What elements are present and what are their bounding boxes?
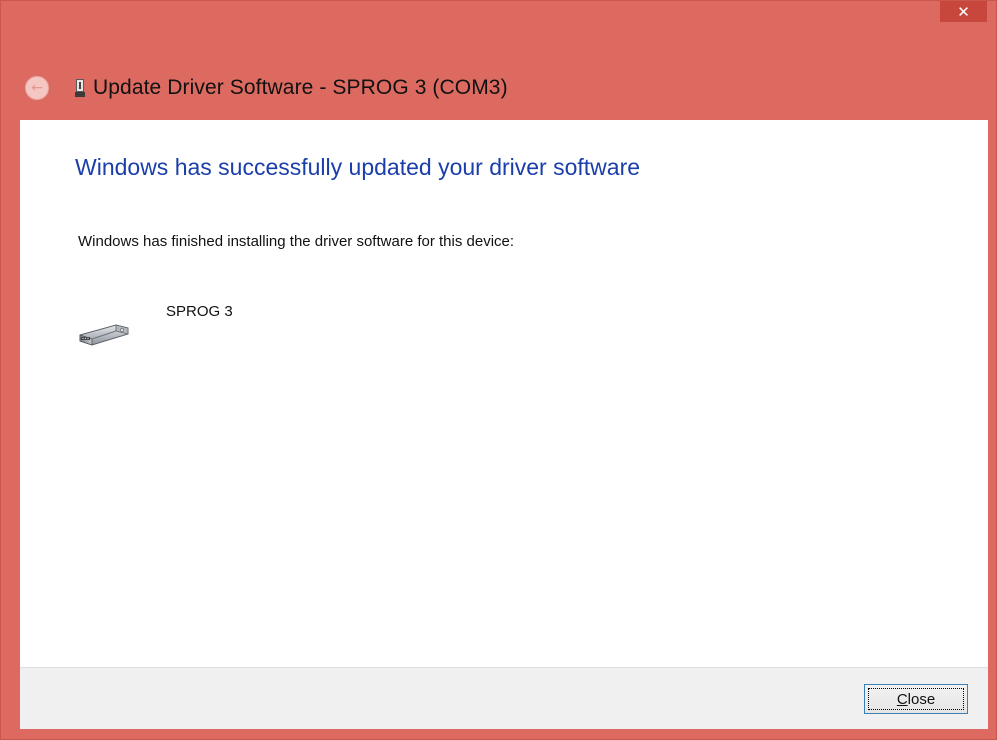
serial-port-icon <box>79 324 129 346</box>
title-bar: ← Update Driver Software - SPROG 3 (COM3… <box>25 73 508 103</box>
info-text: Windows has finished installing the driv… <box>78 233 515 250</box>
dialog-window: ✕ ← Update Driver Software - SPROG 3 (CO… <box>0 0 997 740</box>
close-window-button[interactable]: ✕ <box>940 1 987 22</box>
back-arrow-icon: ← <box>31 80 43 96</box>
focus-ring <box>868 688 964 710</box>
usb-plug-icon <box>75 79 85 97</box>
device-name: SPROG 3 <box>166 303 233 320</box>
success-heading: Windows has successfully updated your dr… <box>75 154 641 180</box>
back-button[interactable]: ← <box>25 76 49 100</box>
window-title: Update Driver Software - SPROG 3 (COM3) <box>93 76 508 99</box>
dialog-footer: Close <box>20 667 988 729</box>
close-button[interactable]: Close <box>864 684 968 714</box>
content-area: Windows has successfully updated your dr… <box>20 120 988 667</box>
close-icon: ✕ <box>957 2 970 21</box>
